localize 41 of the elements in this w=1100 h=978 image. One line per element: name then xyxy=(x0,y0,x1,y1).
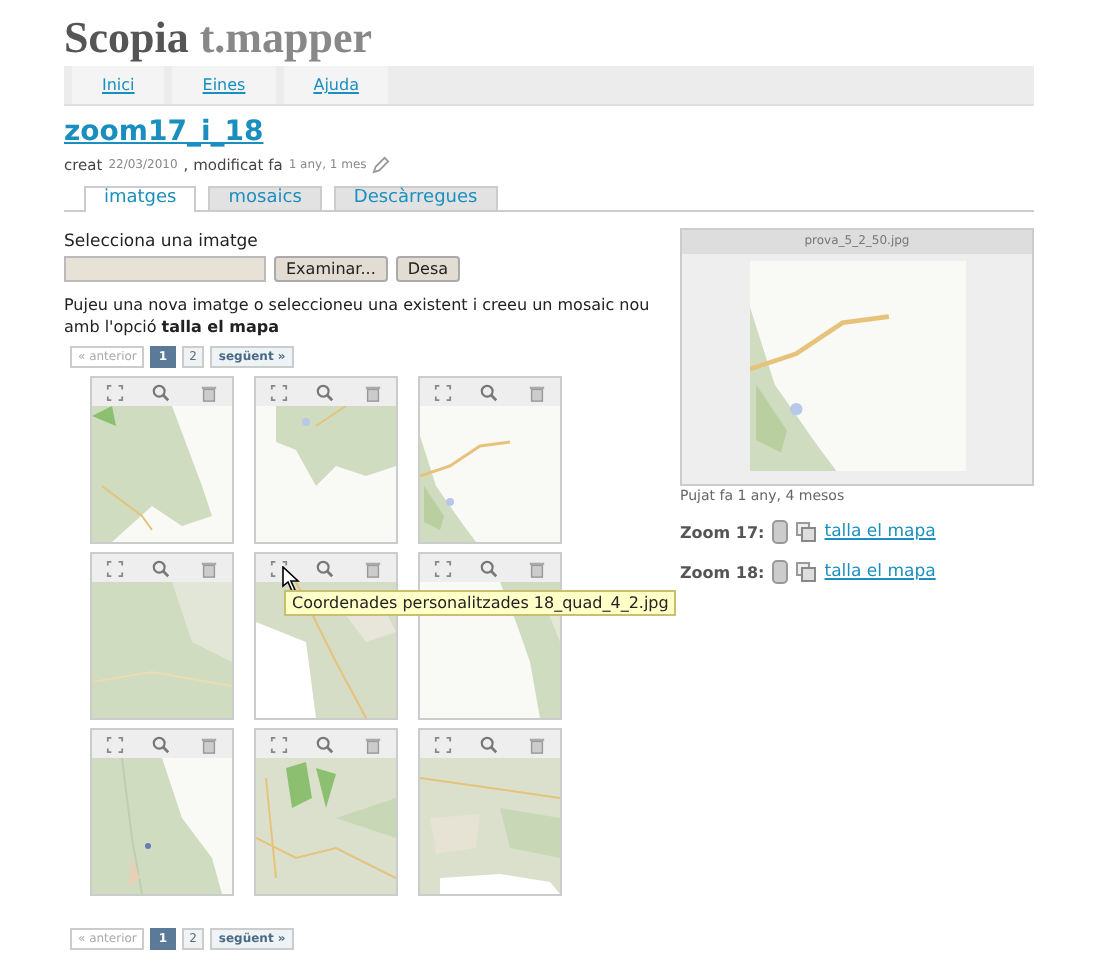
search-icon[interactable] xyxy=(152,383,171,401)
zoom-label: Zoom 18: xyxy=(680,563,765,581)
search-icon[interactable] xyxy=(480,559,499,577)
trash-icon[interactable] xyxy=(199,383,218,401)
trash-icon[interactable] xyxy=(527,383,546,401)
cursor-icon xyxy=(282,566,300,592)
cut-map-link[interactable]: talla el mapa xyxy=(824,562,936,582)
search-icon[interactable] xyxy=(152,559,171,577)
expand-icon[interactable] xyxy=(270,559,289,577)
logo[interactable]: Scopia t.mapper xyxy=(64,14,373,66)
file-field[interactable] xyxy=(64,256,266,282)
tab[interactable]: Descàrregues xyxy=(333,186,498,210)
search-icon[interactable] xyxy=(316,559,335,577)
trash-icon[interactable] xyxy=(363,735,382,753)
search-icon[interactable] xyxy=(480,383,499,401)
save-button[interactable]: Desa xyxy=(395,256,461,282)
search-icon[interactable] xyxy=(152,735,171,753)
images-icon[interactable] xyxy=(796,562,817,582)
trash-icon[interactable] xyxy=(527,735,546,753)
field-label: Selecciona una imatge xyxy=(64,232,260,252)
instructions-text: Pujeu una nova imatge o seleccioneu una existent i creeu un mosaic nou amb l'opció talla el mapa xyxy=(64,294,652,338)
zoom-label: Zoom 17: xyxy=(680,523,765,541)
cut-map-link[interactable]: talla el mapa xyxy=(824,522,936,542)
trash-icon[interactable] xyxy=(363,383,382,401)
tooltip: Coordenades personalitzades 18_quad_4_2.jpg xyxy=(284,590,677,616)
search-icon[interactable] xyxy=(316,383,335,401)
cylinder-icon[interactable] xyxy=(772,560,789,584)
browse-button[interactable]: Examinar... xyxy=(274,256,388,282)
tab[interactable]: mosaics xyxy=(208,186,322,210)
page-title[interactable]: zoom17_i_18 xyxy=(64,116,264,148)
cylinder-icon[interactable] xyxy=(772,520,789,544)
search-icon[interactable] xyxy=(316,735,335,753)
trash-icon[interactable] xyxy=(199,735,218,753)
trash-icon[interactable] xyxy=(199,559,218,577)
edit-icon[interactable] xyxy=(372,156,391,174)
images-icon[interactable] xyxy=(796,522,817,542)
trash-icon[interactable] xyxy=(527,559,546,577)
nav-link[interactable]: Inici xyxy=(102,76,135,94)
search-icon[interactable] xyxy=(480,735,499,753)
tab[interactable]: imatges xyxy=(84,186,197,212)
trash-icon[interactable] xyxy=(363,559,382,577)
